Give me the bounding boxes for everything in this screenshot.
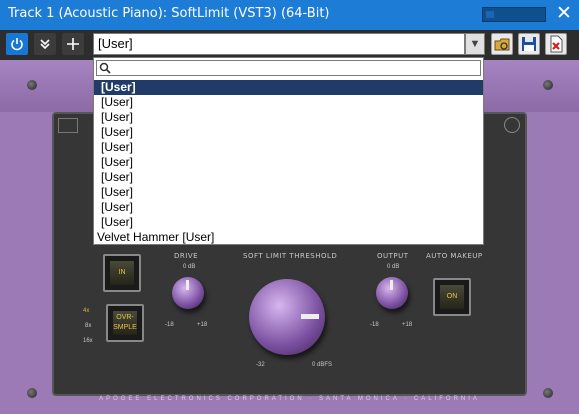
preset-list-item[interactable]: [User] (94, 170, 483, 185)
close-button[interactable]: ✕ (553, 3, 575, 25)
output-knob[interactable] (376, 277, 408, 309)
window-title: Track 1 (Acoustic Piano): SoftLimit (VST… (8, 6, 330, 21)
oversample-rate-16x: 16x (83, 338, 93, 344)
drive-knob-pointer (186, 280, 189, 290)
preset-combobox[interactable]: [User] (93, 33, 465, 55)
expand-button[interactable] (34, 33, 56, 55)
delete-preset-button[interactable] (545, 33, 567, 55)
power-button[interactable] (6, 33, 28, 55)
double-chevron-down-icon (40, 39, 50, 50)
preset-list-item[interactable]: [User] (94, 140, 483, 155)
save-preset-button[interactable] (518, 33, 540, 55)
threshold-label: SOFT LIMIT THRESHOLD (243, 252, 338, 260)
load-preset-icon (494, 38, 510, 51)
preset-list-item[interactable]: [User] (94, 95, 483, 110)
in-button[interactable]: IN (103, 254, 141, 292)
in-button-label: IN (110, 261, 134, 285)
threshold-knob-pointer (301, 314, 319, 319)
screw (27, 80, 37, 90)
drive-label: DRIVE (174, 252, 199, 260)
on-button-label: ON (440, 285, 464, 309)
preset-list-item[interactable]: [User] (94, 110, 483, 125)
preset-list-item[interactable]: [User] (94, 80, 483, 95)
screw (543, 80, 553, 90)
drive-tick-left: -18 (165, 322, 174, 328)
search-icon (99, 62, 111, 74)
preset-list-item[interactable]: [User] (94, 215, 483, 230)
oversample-rate-4x: 4x (83, 308, 90, 314)
drive-tick-right: +18 (197, 322, 208, 328)
plus-icon (67, 38, 79, 50)
preset-list-item[interactable]: [User] (94, 185, 483, 200)
output-knob-pointer (390, 280, 393, 290)
threshold-knob[interactable] (249, 279, 325, 355)
preset-list-item[interactable]: Velvet Hammer [User] (94, 230, 483, 245)
preset-search-input[interactable] (96, 60, 481, 76)
drive-knob[interactable] (172, 277, 204, 309)
info-icon (504, 117, 520, 133)
manufacturer-footer: APOGEE ELECTRONICS CORPORATION · SANTA M… (99, 396, 480, 402)
threshold-tick-left: -32 (256, 362, 265, 368)
oversample-button[interactable]: OVR-SMPLE (106, 304, 144, 342)
add-button[interactable] (62, 33, 84, 55)
oversample-button-label: OVR-SMPLE (113, 311, 137, 335)
level-meter (482, 7, 546, 22)
preset-list-item[interactable]: [User] (94, 125, 483, 140)
delete-preset-icon (550, 35, 563, 53)
preset-list-item[interactable]: [User] (94, 155, 483, 170)
preset-dropdown-arrow[interactable]: ▼ (465, 33, 485, 55)
title-bar: Track 1 (Acoustic Piano): SoftLimit (VST… (0, 0, 579, 30)
load-preset-button[interactable] (491, 33, 513, 55)
save-preset-icon (522, 37, 536, 51)
drive-tick-top: 0 dB (183, 264, 196, 270)
level-meter-fill (486, 11, 494, 18)
power-icon (11, 38, 23, 51)
preset-dropdown-list: [User] [User] [User] [User] [User] [User] [Use… (93, 57, 484, 245)
output-tick-right: +18 (402, 322, 413, 328)
auto-makeup-label: AUTO MAKEUP (426, 252, 483, 260)
oversample-rate-8x: 8x (85, 323, 92, 329)
threshold-tick-right: 0 dBFS (312, 362, 333, 368)
preset-list-item[interactable]: [User] (94, 200, 483, 215)
auto-makeup-on-button[interactable]: ON (433, 278, 471, 316)
output-label: OUTPUT (377, 252, 409, 260)
output-tick-top: 0 dB (387, 264, 400, 270)
display-icon (58, 118, 78, 133)
output-tick-left: -18 (370, 322, 379, 328)
